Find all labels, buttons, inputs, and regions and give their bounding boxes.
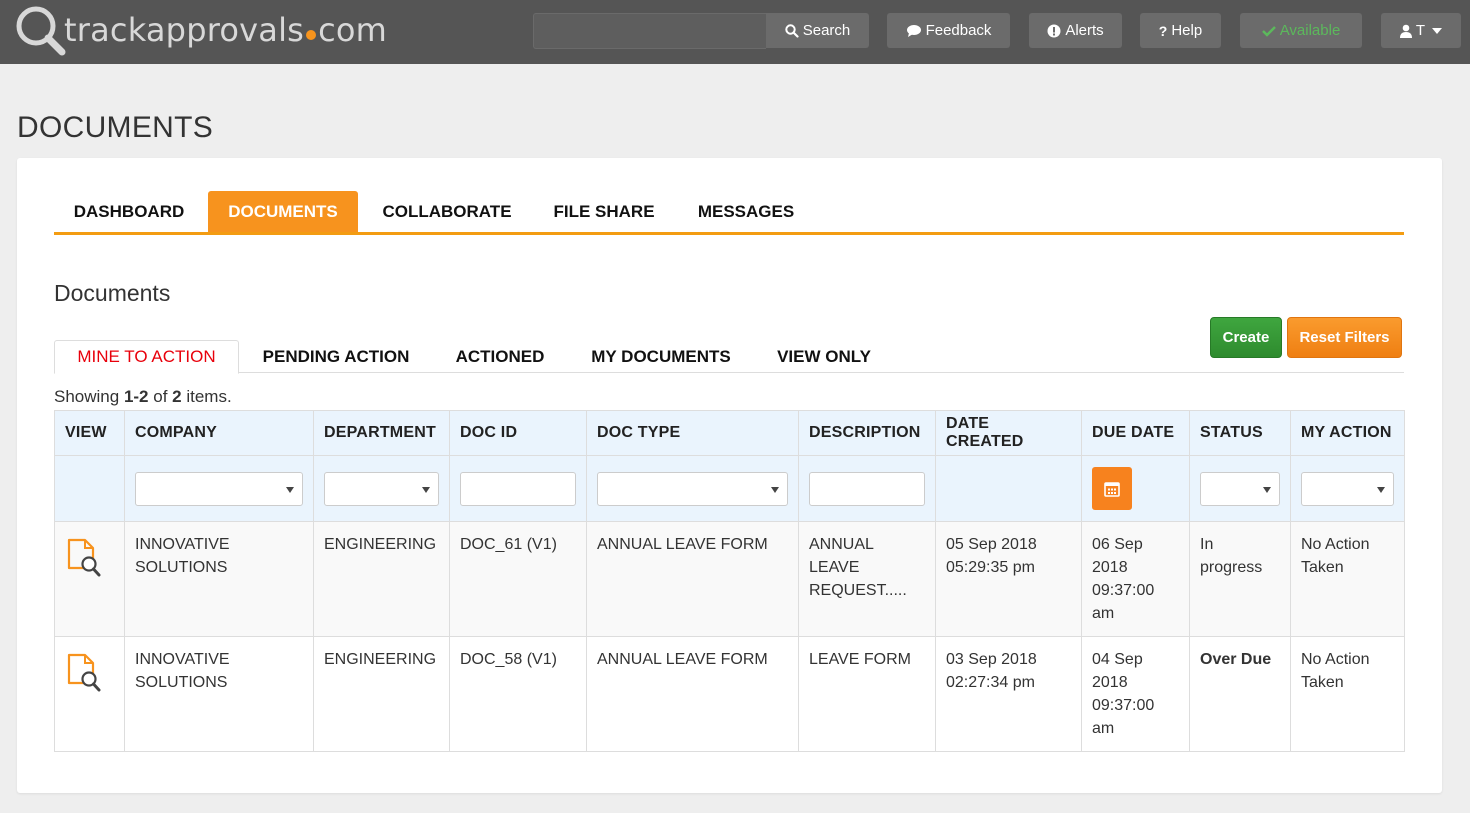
subtab-pending-action[interactable]: PENDING ACTION bbox=[250, 340, 422, 373]
user-menu-button[interactable]: T bbox=[1381, 13, 1461, 48]
col-header-doc-type[interactable]: DOC TYPE bbox=[586, 410, 799, 456]
tab-dashboard[interactable]: DASHBOARD bbox=[54, 191, 204, 232]
exclamation-circle-icon bbox=[1047, 24, 1061, 37]
col-header-company[interactable]: COMPANY bbox=[124, 410, 314, 456]
filter-cell-department bbox=[313, 455, 450, 522]
my-action-filter-select[interactable] bbox=[1301, 471, 1394, 506]
status-cell: Over Due bbox=[1189, 636, 1291, 752]
documents-panel: DASHBOARD DOCUMENTS COLLABORATE FILE SHA… bbox=[17, 158, 1442, 793]
filter-cell-my-action bbox=[1290, 455, 1405, 522]
col-header-description[interactable]: DESCRIPTION bbox=[798, 410, 936, 456]
view-cell bbox=[54, 636, 125, 752]
search-icon bbox=[785, 23, 799, 38]
filter-cell-doc-type bbox=[586, 455, 799, 522]
status-cell: In progress bbox=[1189, 521, 1291, 637]
filter-cell-view bbox=[54, 455, 125, 522]
department-filter-select[interactable] bbox=[324, 471, 439, 506]
my-action-cell: No Action Taken bbox=[1290, 521, 1405, 637]
status-filter-select[interactable] bbox=[1200, 471, 1280, 506]
filter-cell-date-created bbox=[935, 455, 1082, 522]
description-cell: LEAVE FORM bbox=[798, 636, 936, 752]
col-header-doc-id[interactable]: DOC ID bbox=[449, 410, 587, 456]
col-header-department[interactable]: DEPARTMENT bbox=[313, 410, 450, 456]
col-header-due-date[interactable]: DUE DATE bbox=[1081, 410, 1190, 456]
top-navbar: trackapprovals com Search Feedback Alerts… bbox=[0, 0, 1470, 64]
view-document-icon[interactable] bbox=[65, 653, 103, 693]
department-cell: ENGINEERING bbox=[313, 521, 450, 637]
help-button-label: Help bbox=[1171, 22, 1203, 39]
doc-type-cell: ANNUAL LEAVE FORM bbox=[586, 521, 799, 637]
feedback-button-label: Feedback bbox=[925, 22, 992, 39]
description-filter-input[interactable] bbox=[809, 471, 925, 506]
subtab-view-only[interactable]: VIEW ONLY bbox=[765, 340, 883, 373]
view-cell bbox=[54, 521, 125, 637]
sub-tabs: MINE TO ACTION PENDING ACTION ACTIONED M… bbox=[54, 340, 1404, 374]
table-row: INNOVATIVE SOLUTIONS ENGINEERING DOC_58 … bbox=[54, 636, 1405, 752]
col-header-status[interactable]: STATUS bbox=[1189, 410, 1291, 456]
alerts-button-label: Alerts bbox=[1065, 22, 1104, 39]
subtab-my-documents[interactable]: MY DOCUMENTS bbox=[578, 340, 744, 373]
table-row: INNOVATIVE SOLUTIONS ENGINEERING DOC_61 … bbox=[54, 521, 1405, 637]
main-tabs: DASHBOARD DOCUMENTS COLLABORATE FILE SHA… bbox=[54, 191, 1404, 235]
documents-table: VIEW COMPANY DEPARTMENT DOC ID DOC TYPE … bbox=[54, 410, 1405, 752]
check-icon bbox=[1261, 25, 1276, 37]
logo-text: trackapprovals com bbox=[64, 11, 388, 49]
tab-messages[interactable]: MESSAGES bbox=[686, 191, 806, 232]
col-header-my-action[interactable]: MY ACTION bbox=[1290, 410, 1405, 456]
tab-documents[interactable]: DOCUMENTS bbox=[208, 191, 358, 232]
page-title: DOCUMENTS bbox=[17, 111, 214, 144]
view-document-icon[interactable] bbox=[65, 538, 103, 578]
search-input[interactable] bbox=[533, 13, 766, 49]
feedback-button[interactable]: Feedback bbox=[887, 13, 1010, 48]
section-title: Documents bbox=[54, 280, 171, 306]
my-action-cell: No Action Taken bbox=[1290, 636, 1405, 752]
department-cell: ENGINEERING bbox=[313, 636, 450, 752]
question-icon: ? bbox=[1158, 22, 1168, 39]
due-date-cell: 06 Sep 2018 09:37:00 am bbox=[1081, 521, 1190, 637]
filter-cell-company bbox=[124, 455, 314, 522]
search-button-label: Search bbox=[802, 22, 851, 39]
doc-id-filter-input[interactable] bbox=[460, 471, 576, 506]
doc-id-cell: DOC_58 (V1) bbox=[449, 636, 587, 752]
results-summary: Showing 1-2 of 2 items. bbox=[54, 387, 232, 406]
logo-dot bbox=[306, 30, 317, 40]
col-header-view: VIEW bbox=[54, 410, 125, 456]
user-icon bbox=[1399, 24, 1412, 38]
date-created-cell: 03 Sep 2018 02:27:34 pm bbox=[935, 636, 1082, 752]
doc-id-cell: DOC_61 (V1) bbox=[449, 521, 587, 637]
logo[interactable]: trackapprovals com bbox=[14, 4, 387, 56]
available-status-button[interactable]: Available bbox=[1240, 13, 1362, 48]
available-button-label: Available bbox=[1279, 22, 1341, 39]
help-button[interactable]: ? Help bbox=[1140, 13, 1221, 48]
filter-cell-description bbox=[798, 455, 936, 522]
comment-icon bbox=[906, 24, 921, 37]
search-button[interactable]: Search bbox=[766, 13, 869, 48]
subtab-mine-to-action[interactable]: MINE TO ACTION bbox=[54, 340, 239, 374]
description-link[interactable]: ANNUAL LEAVE REQUEST..... bbox=[798, 521, 936, 637]
due-date-cell: 04 Sep 2018 09:37:00 am bbox=[1081, 636, 1190, 752]
filter-cell-status bbox=[1189, 455, 1291, 522]
user-initial: T bbox=[1415, 22, 1426, 39]
tab-collaborate[interactable]: COLLABORATE bbox=[372, 191, 522, 232]
company-cell: INNOVATIVE SOLUTIONS bbox=[124, 521, 314, 637]
calendar-icon bbox=[1104, 481, 1120, 497]
doc-type-cell: ANNUAL LEAVE FORM bbox=[586, 636, 799, 752]
company-filter-select[interactable] bbox=[135, 471, 303, 506]
magnifier-logo-icon bbox=[16, 6, 66, 56]
tab-file-share[interactable]: FILE SHARE bbox=[542, 191, 666, 232]
due-date-calendar-button[interactable] bbox=[1092, 467, 1132, 510]
caret-down-icon bbox=[1432, 27, 1443, 34]
filter-cell-due-date bbox=[1081, 455, 1190, 522]
date-created-cell: 05 Sep 2018 05:29:35 pm bbox=[935, 521, 1082, 637]
filter-cell-doc-id bbox=[449, 455, 587, 522]
doc-type-filter-select[interactable] bbox=[597, 471, 788, 506]
alerts-button[interactable]: Alerts bbox=[1029, 13, 1122, 48]
col-header-date-created[interactable]: DATE CREATED bbox=[935, 410, 1082, 456]
company-cell: INNOVATIVE SOLUTIONS bbox=[124, 636, 314, 752]
subtab-actioned[interactable]: ACTIONED bbox=[444, 340, 556, 373]
